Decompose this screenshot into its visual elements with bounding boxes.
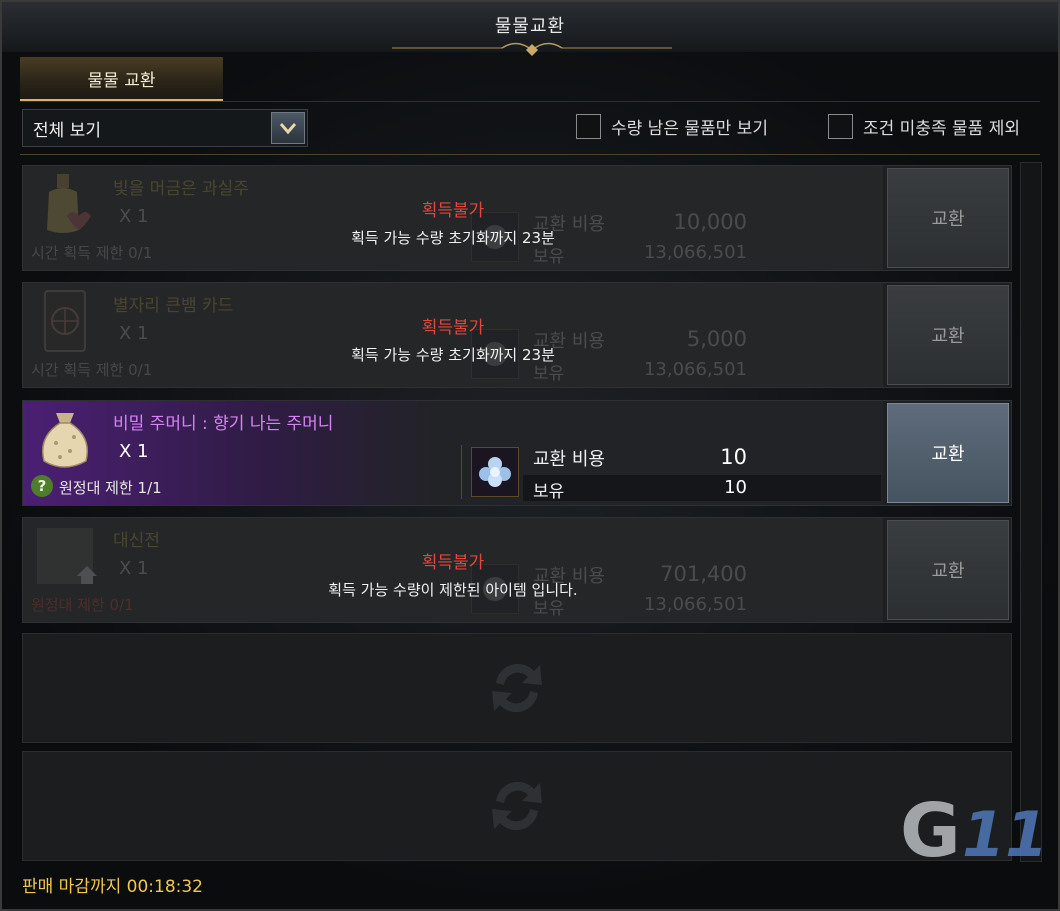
exclude-unmet-label: 조건 미충족 물품 제외 [863, 119, 1020, 139]
pouch-icon [31, 405, 99, 473]
cost-value: 10 [720, 445, 747, 469]
unavailable-label: 획득불가 [421, 201, 485, 221]
held-value: 10 [724, 477, 747, 498]
exclude-unmet-checkbox[interactable] [828, 114, 853, 139]
svg-text:11: 11 [962, 798, 1048, 864]
cost-divider [461, 445, 462, 499]
tab-divider [20, 101, 1040, 102]
barter-window: 물물교환 물물 교환 전체 보기 수량 남은 물품만 보기 조건 미충족 물품 … [0, 0, 1060, 911]
unavailable-reason: 획득 가능 수량 초기화까지 23분 [351, 346, 555, 364]
cost-label: 교환 비용 [533, 449, 605, 470]
chevron-down-icon[interactable] [271, 112, 305, 144]
title-ornament-icon [392, 42, 672, 56]
tab-barter[interactable]: 물물 교환 [20, 57, 223, 101]
list-item: 대신전 X 1 원정대 제한 0/1 교환 비용 보유 701,400 13,0… [22, 517, 1012, 623]
empty-slot [22, 751, 1012, 861]
unavailable-overlay: 획득불가 획득 가능 수량 초기화까지 23분 [23, 196, 883, 248]
list-item: 별자리 큰뱀 카드 X 1 시간 획득 제한 0/1 교환 비용 보유 5,00… [22, 282, 1012, 388]
item-panel: 비밀 주머니 : 향기 나는 주머니 X 1 ? 원정대 제한 1/1 교환 비… [23, 401, 883, 505]
scrollbar[interactable] [1020, 162, 1042, 862]
svg-text:G: G [900, 792, 961, 864]
remaining-only-label: 수량 남은 물품만 보기 [611, 119, 768, 139]
remaining-only-checkbox[interactable] [576, 114, 601, 139]
crystal-flower-icon [471, 447, 519, 497]
held-label: 보유 [533, 482, 565, 502]
exclude-unmet-toggle[interactable]: 조건 미충족 물품 제외 [828, 114, 1020, 139]
list-item: 비밀 주머니 : 향기 나는 주머니 X 1 ? 원정대 제한 1/1 교환 비… [22, 400, 1012, 506]
item-panel: 빛을 머금은 과실주 X 1 시간 획득 제한 0/1 교환 비용 보유 10,… [23, 166, 883, 270]
remaining-only-toggle[interactable]: 수량 남은 물품만 보기 [576, 114, 768, 139]
empty-slot [22, 633, 1012, 743]
held-bar [523, 475, 881, 501]
exchange-button[interactable]: 교환 [887, 285, 1009, 385]
unavailable-overlay: 획득불가 획득 가능 수량 초기화까지 23분 [23, 313, 883, 365]
exchange-arrows-icon [492, 663, 542, 713]
exchange-arrows-icon [492, 781, 542, 831]
item-quantity: X 1 [119, 441, 149, 462]
unavailable-label: 획득불가 [421, 553, 485, 573]
unavailable-overlay: 획득불가 획득 가능 수량이 제한된 아이템 입니다. [23, 548, 883, 600]
exchange-button[interactable]: 교환 [887, 168, 1009, 268]
item-name: 비밀 주머니 : 향기 나는 주머니 [113, 414, 334, 434]
list-item: 빛을 머금은 과실주 X 1 시간 획득 제한 0/1 교환 비용 보유 10,… [22, 165, 1012, 271]
title-bar: 물물교환 [2, 2, 1058, 56]
item-panel: 대신전 X 1 원정대 제한 0/1 교환 비용 보유 701,400 13,0… [23, 518, 883, 622]
unavailable-reason: 획득 가능 수량이 제한된 아이템 입니다. [328, 581, 578, 599]
window-title: 물물교환 [494, 16, 566, 37]
list-divider [20, 154, 1040, 155]
item-panel: 별자리 큰뱀 카드 X 1 시간 획득 제한 0/1 교환 비용 보유 5,00… [23, 283, 883, 387]
watermark-logo: G 11 [900, 792, 1048, 864]
unavailable-reason: 획득 가능 수량 초기화까지 23분 [351, 229, 555, 247]
filter-dropdown[interactable]: 전체 보기 [22, 109, 308, 147]
item-limit: 원정대 제한 1/1 [59, 479, 162, 497]
exchange-button[interactable]: 교환 [887, 403, 1009, 503]
exchange-button[interactable]: 교환 [887, 520, 1009, 620]
unavailable-label: 획득불가 [421, 318, 485, 338]
sale-deadline: 판매 마감까지 00:18:32 [22, 877, 203, 897]
help-icon[interactable]: ? [31, 475, 53, 497]
filter-selected-value: 전체 보기 [33, 120, 101, 141]
